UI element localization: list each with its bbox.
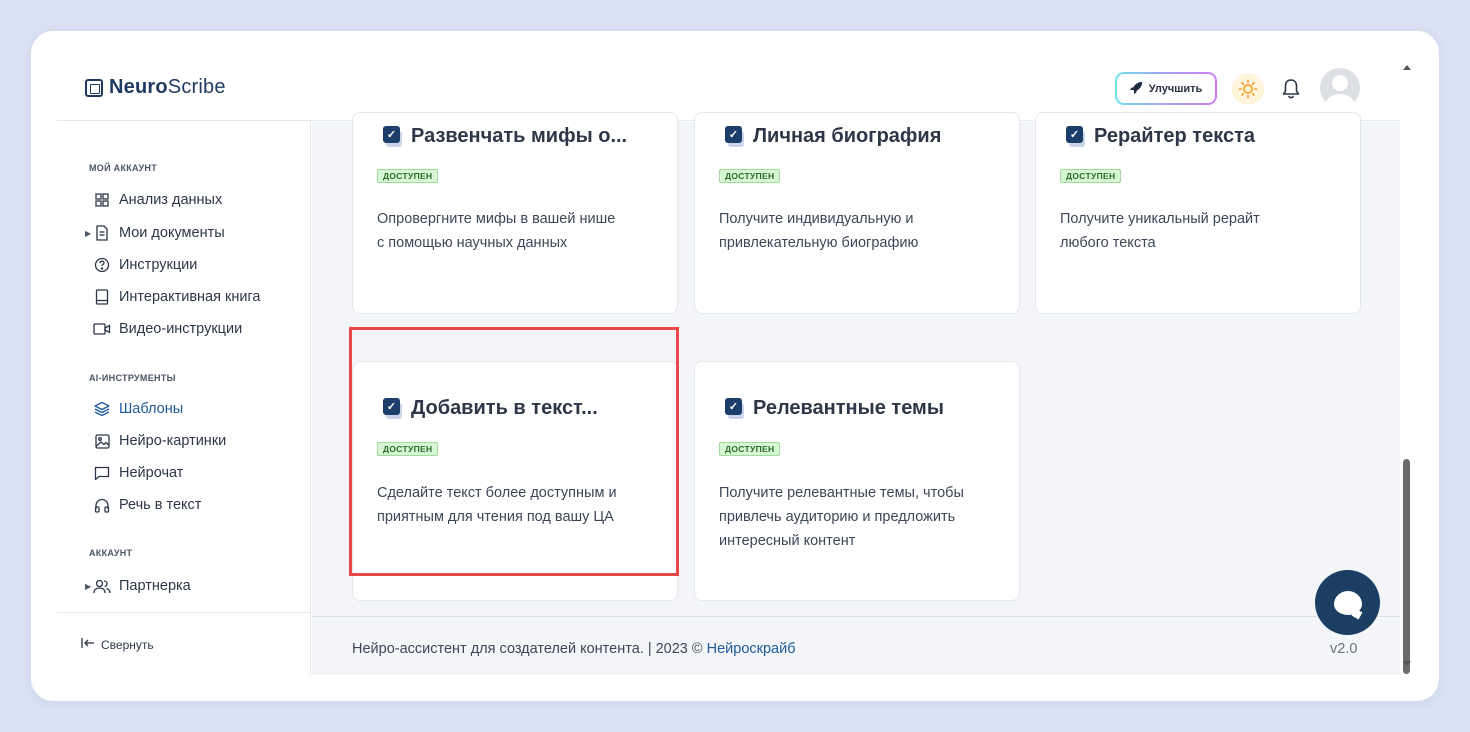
sidebar-item-data-analysis[interactable]: Анализ данных bbox=[85, 189, 222, 211]
sidebar-item-partners[interactable]: ▶ Партнерка bbox=[85, 575, 191, 597]
card-title: Рерайтер текста bbox=[1094, 125, 1255, 147]
sidebar: МОЙ АККАУНТ Анализ данных ▶ Мои документ… bbox=[57, 122, 311, 675]
video-icon bbox=[93, 320, 111, 338]
sidebar-item-label: Шаблоны bbox=[119, 401, 184, 417]
card-title: Релевантные темы bbox=[753, 397, 944, 419]
checkbox-icon: ✓ bbox=[383, 125, 403, 148]
sidebar-footer: Свернуть bbox=[57, 612, 311, 675]
template-card-debunk-myths[interactable]: ✓ Развенчать мифы о... ДОСТУПЕН Опроверг… bbox=[352, 112, 678, 314]
sidebar-item-label: Нейрочат bbox=[119, 465, 184, 481]
browser-window: NeuroScribe Улучшить МОЙ АККАУНТ Анализ … bbox=[31, 31, 1439, 701]
status-badge: ДОСТУПЕН bbox=[377, 442, 439, 456]
collapse-label: Свернуть bbox=[101, 637, 154, 652]
document-icon bbox=[93, 224, 111, 242]
sidebar-item-label: Мои документы bbox=[119, 225, 225, 241]
sidebar-item-instructions[interactable]: Инструкции bbox=[85, 254, 197, 276]
book-icon bbox=[93, 288, 111, 306]
card-title: Добавить в текст... bbox=[411, 397, 598, 419]
sidebar-item-label: Инструкции bbox=[119, 257, 198, 273]
image-icon bbox=[93, 432, 111, 450]
logo-icon bbox=[85, 78, 103, 97]
footer-text: Нейро-ассистент для создателей контента.… bbox=[352, 641, 707, 657]
avatar[interactable] bbox=[1320, 68, 1360, 108]
top-header: NeuroScribe Улучшить bbox=[57, 51, 1400, 121]
sidebar-item-video-instructions[interactable]: Видео-инструкции bbox=[85, 318, 242, 340]
checkbox-icon: ✓ bbox=[1066, 125, 1086, 148]
sun-icon[interactable] bbox=[1232, 73, 1264, 105]
upgrade-label: Улучшить bbox=[1148, 82, 1203, 95]
caret-right-icon: ▶ bbox=[85, 228, 92, 238]
sidebar-item-speech-to-text[interactable]: Речь в текст bbox=[85, 494, 201, 516]
scroll-up-arrow-icon[interactable] bbox=[1403, 65, 1411, 70]
chat-icon bbox=[93, 464, 111, 482]
version-label: v2.0 bbox=[1330, 641, 1358, 657]
card-description: Получите уникальный рерайт любого текста bbox=[1060, 211, 1260, 251]
sidebar-item-label: Партнерка bbox=[119, 578, 191, 594]
section-title-my-account: МОЙ АККАУНТ bbox=[89, 163, 158, 173]
grid-icon bbox=[93, 191, 111, 209]
upgrade-button[interactable]: Улучшить bbox=[1115, 72, 1217, 105]
logo-bold-text: Neuro bbox=[109, 76, 168, 98]
page-footer: Нейро-ассистент для создателей контента.… bbox=[312, 616, 1400, 675]
footer-brand-link[interactable]: Нейроскрайб bbox=[707, 641, 796, 657]
app-container: NeuroScribe Улучшить МОЙ АККАУНТ Анализ … bbox=[57, 51, 1400, 675]
collapse-icon bbox=[81, 637, 95, 652]
caret-right-icon: ▶ bbox=[85, 581, 92, 591]
card-title: Развенчать мифы о... bbox=[411, 125, 628, 147]
rocket-icon bbox=[1129, 81, 1143, 97]
sidebar-item-neuro-images[interactable]: Нейро-картинки bbox=[85, 430, 226, 452]
logo-light-text: Scribe bbox=[167, 76, 226, 98]
sidebar-item-label: Анализ данных bbox=[119, 192, 223, 208]
main-content: ✓ Развенчать мифы о... ДОСТУПЕН Опроверг… bbox=[312, 112, 1400, 675]
scrollbar-thumb[interactable] bbox=[1403, 459, 1410, 674]
status-badge: ДОСТУПЕН bbox=[377, 169, 439, 183]
layers-icon bbox=[93, 400, 111, 418]
checkbox-icon: ✓ bbox=[725, 397, 745, 420]
sidebar-item-label: Интерактивная книга bbox=[119, 289, 261, 305]
users-icon bbox=[93, 577, 111, 595]
card-description: Получите индивидуальную и привлекательну… bbox=[719, 211, 919, 251]
status-badge: ДОСТУПЕН bbox=[719, 442, 781, 456]
sidebar-item-neurochat[interactable]: Нейрочат bbox=[85, 462, 183, 484]
section-title-account: АККАУНТ bbox=[89, 548, 133, 558]
template-card-text-rewriter[interactable]: ✓ Рерайтер текста ДОСТУПЕН Получите уник… bbox=[1035, 112, 1361, 314]
chat-widget-button[interactable] bbox=[1315, 570, 1380, 635]
scroll-down-arrow-icon[interactable] bbox=[1403, 661, 1411, 666]
logo[interactable]: NeuroScribe bbox=[85, 76, 226, 99]
headphones-icon bbox=[93, 496, 111, 514]
card-description: Получите релевантные темы, чтобы привлеч… bbox=[719, 485, 964, 549]
sidebar-item-label: Речь в текст bbox=[119, 497, 202, 513]
sidebar-item-label: Видео-инструкции bbox=[119, 321, 243, 337]
status-badge: ДОСТУПЕН bbox=[1060, 169, 1122, 183]
card-description: Опровергните мифы в вашей нише с помощью… bbox=[377, 211, 616, 251]
sidebar-item-templates[interactable]: Шаблоны bbox=[85, 398, 183, 420]
chat-bubble-icon bbox=[1333, 590, 1362, 615]
template-card-personal-bio[interactable]: ✓ Личная биография ДОСТУПЕН Получите инд… bbox=[694, 112, 1020, 314]
checkbox-icon: ✓ bbox=[383, 397, 403, 420]
status-badge: ДОСТУПЕН bbox=[719, 169, 781, 183]
bell-icon[interactable] bbox=[1279, 76, 1303, 102]
section-title-ai-tools: AI-ИНСТРУМЕНТЫ bbox=[89, 373, 176, 383]
card-description: Сделайте текст более доступным и приятны… bbox=[377, 485, 617, 525]
help-icon bbox=[93, 256, 111, 274]
sidebar-item-my-documents[interactable]: ▶ Мои документы bbox=[85, 222, 225, 244]
template-card-add-to-text[interactable]: ✓ Добавить в текст... ДОСТУПЕН Сделайте … bbox=[352, 361, 678, 601]
sidebar-item-interactive-book[interactable]: Интерактивная книга bbox=[85, 286, 261, 308]
card-title: Личная биография bbox=[753, 125, 942, 147]
sidebar-item-label: Нейро-картинки bbox=[119, 433, 227, 449]
collapse-sidebar-button[interactable]: Свернуть bbox=[81, 637, 154, 652]
checkbox-icon: ✓ bbox=[725, 125, 745, 148]
template-card-relevant-topics[interactable]: ✓ Релевантные темы ДОСТУПЕН Получите рел… bbox=[694, 361, 1020, 601]
vertical-scrollbar[interactable] bbox=[1400, 61, 1413, 681]
